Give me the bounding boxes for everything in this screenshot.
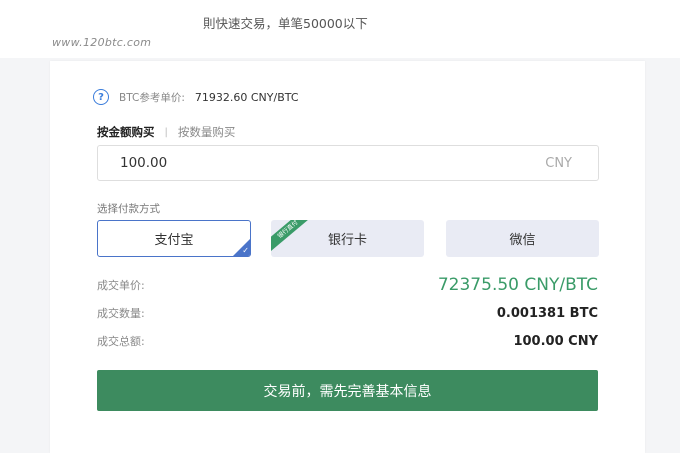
buy-mode-tabs: 按金额购买 | 按数量购买 bbox=[97, 124, 235, 140]
submit-button[interactable]: 交易前，需先完善基本信息 bbox=[97, 370, 598, 411]
quantity-label: 成交数量: bbox=[97, 307, 145, 320]
price-value: 72375.50 CNY/BTC bbox=[437, 275, 598, 295]
tab-buy-by-quantity[interactable]: 按数量购买 bbox=[178, 124, 236, 140]
reference-price-row: ? BTC参考单价: 71932.60 CNY/BTC bbox=[93, 89, 299, 105]
summary-price-row: 成交单价: 72375.50 CNY/BTC bbox=[97, 275, 598, 295]
tab-separator: | bbox=[164, 126, 168, 138]
payment-method-label: 选择付款方式 bbox=[97, 203, 160, 215]
payment-option-bank-card[interactable]: 银行直付 银行卡 bbox=[271, 220, 424, 257]
reference-price-value: 71932.60 CNY/BTC bbox=[194, 90, 299, 104]
amount-unit: CNY bbox=[545, 155, 572, 171]
payment-option-alipay[interactable]: 支付宝 ✓ bbox=[97, 220, 251, 257]
price-label: 成交单价: bbox=[97, 279, 145, 292]
payment-option-wechat[interactable]: 微信 bbox=[446, 220, 599, 257]
trade-limit-note: 則快速交易，单笔50000以下 bbox=[203, 16, 368, 31]
total-value: 100.00 CNY bbox=[513, 333, 598, 349]
reference-price-label: BTC参考单价: bbox=[119, 91, 185, 104]
payment-option-wechat-label: 微信 bbox=[509, 233, 536, 248]
amount-input[interactable]: 100.00 CNY bbox=[97, 145, 599, 181]
summary-total-row: 成交总额: 100.00 CNY bbox=[97, 333, 598, 349]
watermark: www.120btc.com bbox=[52, 36, 152, 49]
trade-card: ? BTC参考单价: 71932.60 CNY/BTC 按金额购买 | 按数量购… bbox=[50, 61, 645, 453]
total-label: 成交总额: bbox=[97, 335, 145, 348]
checkmark-icon: ✓ bbox=[242, 246, 249, 255]
question-circle-icon[interactable]: ? bbox=[93, 89, 109, 105]
tab-buy-by-amount[interactable]: 按金额购买 bbox=[97, 124, 155, 140]
summary-quantity-row: 成交数量: 0.001381 BTC bbox=[97, 305, 598, 321]
amount-input-value[interactable]: 100.00 bbox=[120, 155, 167, 171]
payment-option-bank-card-label: 银行卡 bbox=[327, 233, 367, 248]
quantity-value: 0.001381 BTC bbox=[496, 305, 598, 321]
payment-option-alipay-label: 支付宝 bbox=[154, 233, 194, 248]
bank-badge-ribbon: 银行直付 bbox=[271, 220, 314, 253]
